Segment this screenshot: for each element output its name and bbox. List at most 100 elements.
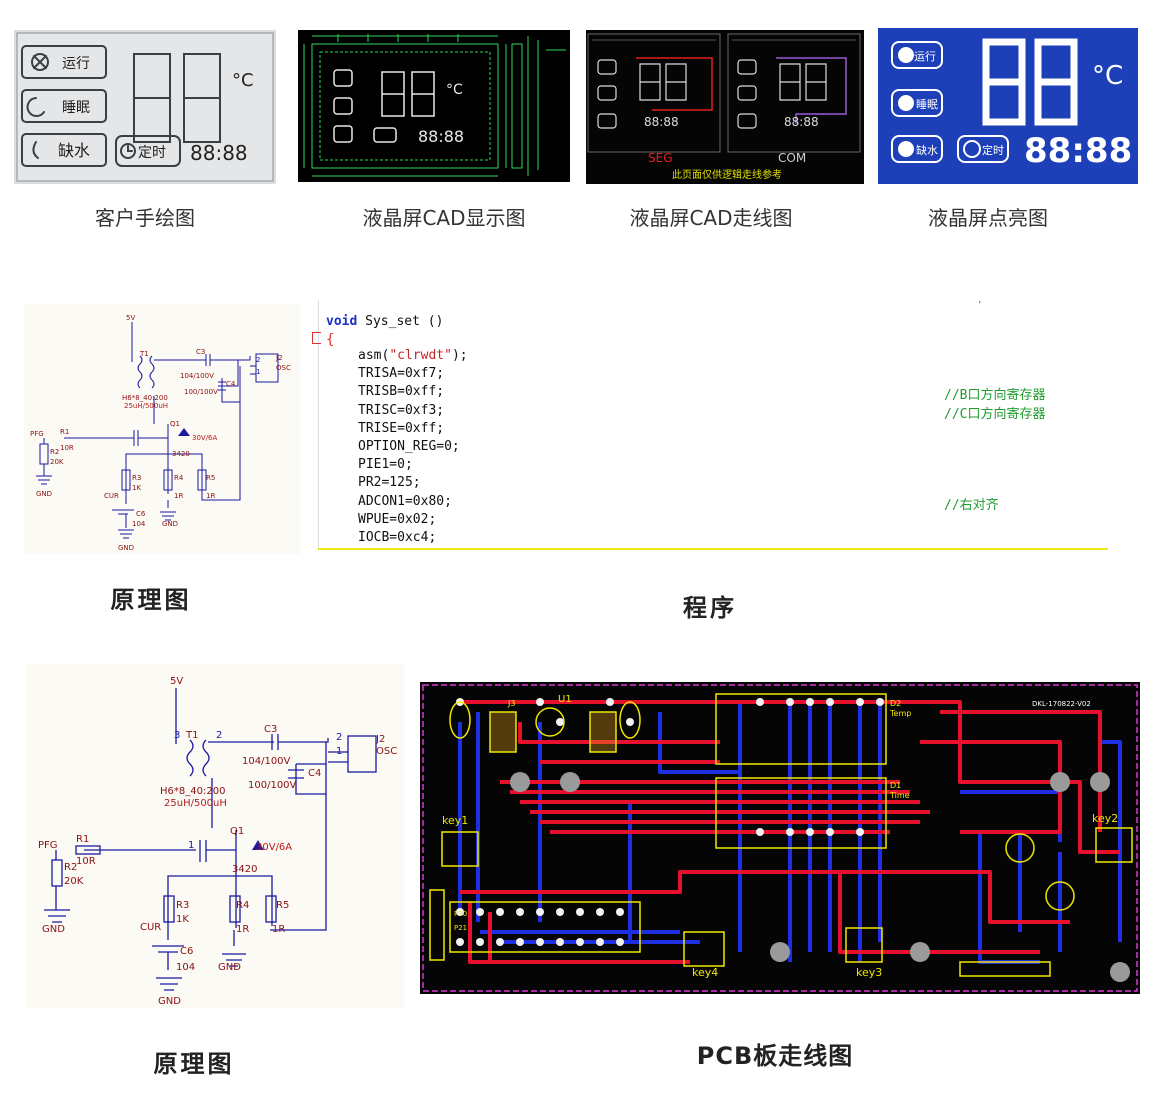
sch-large-pin1: 1 <box>336 746 342 757</box>
sch-small-c6-val: 104 <box>132 520 146 528</box>
sch-small-pin1: 1 <box>256 368 260 376</box>
sch-small-t1-spec: H6*8_40:200 <box>122 394 168 402</box>
sch-small-r4-val: 1R <box>174 492 183 500</box>
caption-lit: 液晶屏点亮图 <box>928 206 1048 230</box>
pcb-label-p30: P30 <box>454 910 467 918</box>
sketch-clock: 88:88 <box>190 141 248 165</box>
lcd-lit-image: 运行 睡眠 缺水 定时 °C 88:88 <box>878 28 1138 184</box>
sch-large-r4-val: 1R <box>236 924 249 935</box>
sch-small-q1-spec: 30V/6A <box>192 434 218 442</box>
sch-small-c4-val: 100/100V <box>184 388 218 396</box>
pcb-label-temp: Temp <box>889 709 911 718</box>
sch-small-j2: J2 <box>275 354 283 362</box>
pcb-label-j3: J3 <box>507 699 515 708</box>
cad-unit: °C <box>446 82 463 98</box>
pcb-label-d2: D2 <box>890 699 901 708</box>
lit-label-run: 运行 <box>914 50 936 63</box>
pcb-image: key1 key2 key3 key4 D2 Temp D1 Time P30 … <box>420 682 1140 994</box>
code-line: ADCON1=0x80; <box>358 493 452 509</box>
code-comment: //C口方向寄存器 <box>944 406 1046 422</box>
caption-cad: 液晶屏CAD显示图 <box>362 206 526 230</box>
sch-large-r5-val: 1R <box>272 924 285 935</box>
program-code-panel: void Sys_set () { asm("clrwdt"); TRISA=0x… <box>312 300 1112 554</box>
lit-label-water: 缺水 <box>916 143 938 157</box>
schematic-large: 5V T1 3 H6*8_40:200 25uH/500uH C3 104/10… <box>26 664 404 1008</box>
pcb-label-p21: P21 <box>454 924 467 932</box>
code-line: TRISA=0xf7; <box>358 366 445 382</box>
sch-large-q1: Q1 <box>230 826 244 837</box>
sch-large-c4-val: 100/100V <box>248 780 297 791</box>
pcb-board-id: DKL-170822-V02 <box>1032 700 1091 708</box>
sketch-label-run: 运行 <box>62 56 90 72</box>
wiring-com-label: COM <box>778 151 806 165</box>
wiring-footer: 此页面仅供逻辑走线参考 <box>672 168 782 181</box>
sch-small-pin2: 2 <box>256 356 260 364</box>
code-line: OPTION_REG=0; <box>358 439 460 454</box>
code-line: WPUE=0x02; <box>358 511 437 527</box>
lit-label-sleep: 睡眠 <box>916 98 938 111</box>
code-line: PIE1=0; <box>358 457 413 473</box>
caption-wiring: 液晶屏CAD走线图 <box>629 206 793 230</box>
sch-large-r2: R2 <box>64 862 77 873</box>
sch-small-gnd-1: GND <box>36 490 52 498</box>
sch-small-r1-val: 10R <box>60 444 74 452</box>
sch-small-r2: R2 <box>50 448 59 456</box>
sch-large-r1: R1 <box>76 834 89 845</box>
code-line: TRISE=0xff; <box>358 420 445 436</box>
sch-large-r4: R4 <box>236 900 249 911</box>
sch-small-r2-val: 20K <box>50 458 64 466</box>
sch-small-r3: R3 <box>132 474 141 482</box>
sch-large-gnd-1: GND <box>42 924 65 935</box>
lcd-cad-image: °C 88:88 <box>298 30 570 182</box>
pcb-label-key4: key4 <box>692 966 718 979</box>
pcb-label-key2: key2 <box>1092 812 1118 825</box>
sch-small-c3: C3 <box>196 348 205 356</box>
wiring-clock-right: 88:88 <box>784 115 819 129</box>
sch-small-q1: Q1 <box>170 420 180 428</box>
lcd-wiring-image: SEG COM 此页面仅供逻辑走线参考 88:88 88:88 <box>586 30 864 184</box>
sch-small-r4: R4 <box>174 474 184 482</box>
sch-small-q1-part: 3420 <box>172 450 190 458</box>
sch-small-osc: OSC <box>276 364 291 372</box>
sch-small-c3-val: 104/100V <box>180 372 214 380</box>
sch-large-c6-val: 104 <box>176 962 195 973</box>
lit-clock: 88:88 <box>1024 131 1132 171</box>
sch-small-t1: T1 <box>139 350 149 358</box>
sch-large-pfg: PFG <box>38 840 58 851</box>
caption-schematic-1: 原理图 <box>110 585 192 614</box>
caption-program: 程序 <box>683 593 737 622</box>
sketch-unit: °C <box>232 70 254 91</box>
sch-large-r3: R3 <box>176 900 189 911</box>
sch-large-osc: OSC <box>376 746 397 757</box>
sch-large-c4: C4 <box>308 768 321 779</box>
sch-large-r1-val: 10R <box>76 856 96 867</box>
pcb-label-d1: D1 <box>890 781 901 790</box>
sch-large-q1-spec: 30V/6A <box>256 842 292 853</box>
caption-pcb: PCB板走线图 <box>696 1042 854 1070</box>
schematic-small: 5V T1 H6*8_40:200 25uH/500uH C3 104/100V… <box>24 304 300 554</box>
sch-large-gnd-2: GND <box>218 962 241 973</box>
sch-large-t1: T1 <box>185 730 198 741</box>
sch-large-c3-val: 104/100V <box>242 756 291 767</box>
sch-small-t1-ind: 25uH/500uH <box>124 402 168 410</box>
cad-clock: 88:88 <box>418 127 464 146</box>
pcb-label-time: Time <box>889 791 910 800</box>
sch-small-pfg: PFG <box>30 430 44 438</box>
sch-large-t1-ind: 25uH/500uH <box>164 798 227 809</box>
code-line: PR2=125; <box>358 475 421 491</box>
sch-large-j2: J2 <box>375 734 385 745</box>
fold-marker[interactable] <box>312 332 321 344</box>
sch-large-gnd-3: GND <box>158 996 181 1007</box>
pcb-label-u1: U1 <box>558 694 572 705</box>
sch-large-pin2: 2 <box>336 732 342 743</box>
sketch-image: 运行 睡眠 缺水 定时 °C 88:88 <box>14 30 276 184</box>
sketch-label-timer: 定时 <box>138 145 166 161</box>
sch-small-c6: C6 <box>136 510 146 518</box>
code-brace: { <box>326 332 335 348</box>
code-comment: //B口方向寄存器 <box>944 388 1046 404</box>
sch-large-5v: 5V <box>170 676 183 687</box>
sch-small-gnd-2: GND <box>162 520 178 528</box>
cursor-line <box>318 548 1108 550</box>
sch-large-q1-pin1: 1 <box>188 840 194 851</box>
code-line: IOCB=0xc4; <box>358 530 437 545</box>
